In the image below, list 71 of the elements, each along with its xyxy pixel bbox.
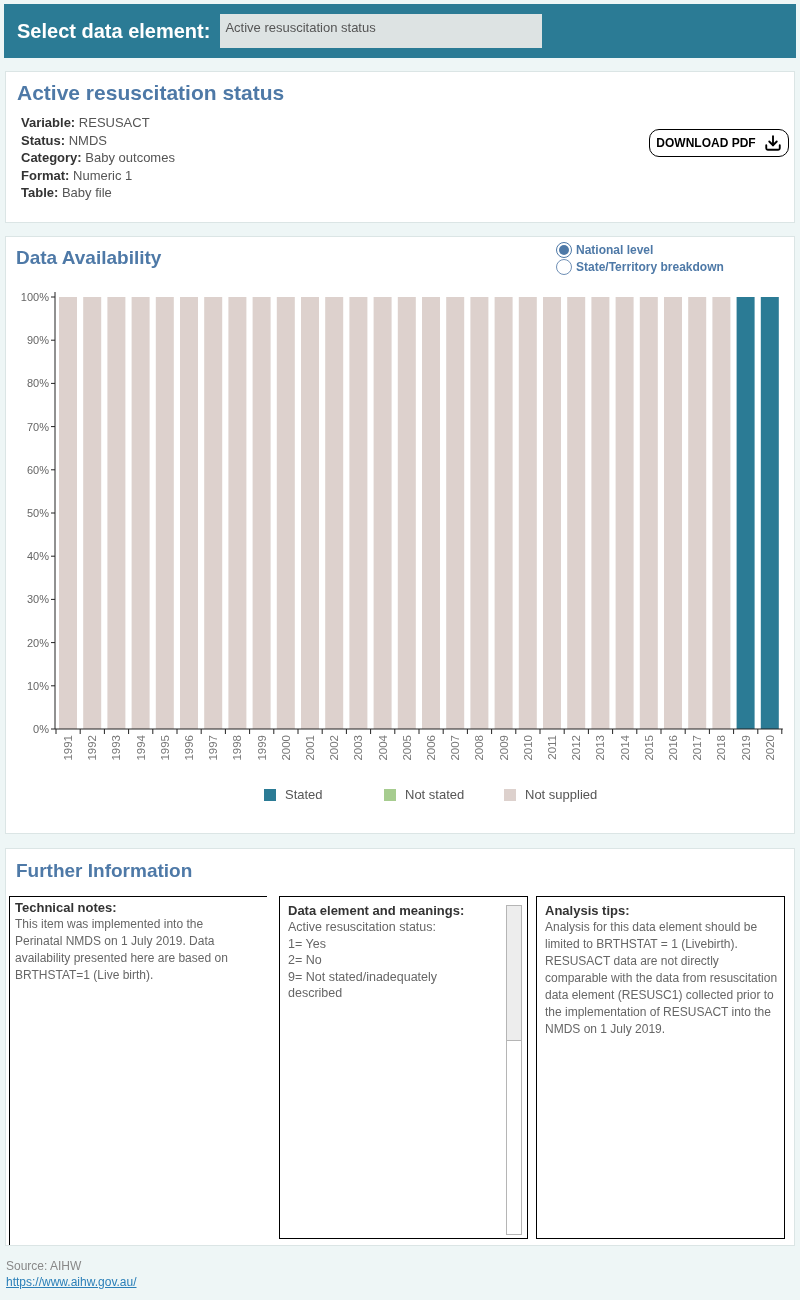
year-label: 2019 — [739, 735, 752, 761]
legend-label: Stated — [285, 787, 323, 803]
year-label: 2009 — [497, 735, 510, 761]
year-label: 1998 — [231, 735, 244, 761]
radio-option[interactable]: National level — [556, 241, 654, 258]
panel-heading: Analysis tips: — [545, 902, 631, 919]
year-label: 2000 — [279, 735, 292, 761]
legend-label: Not supplied — [525, 787, 598, 803]
year-label: 2020 — [763, 735, 776, 761]
panel-heading: Technical notes: — [15, 899, 118, 916]
axis-tick-label: 100% — [20, 291, 49, 303]
year-label: 2010 — [521, 735, 534, 761]
year-label: 2017 — [691, 735, 704, 761]
year-label: 1994 — [134, 735, 147, 761]
year-label: 2014 — [618, 735, 631, 761]
axis-tick-label: 40% — [26, 550, 49, 563]
panel-text: Analysis for this data element should be limited to BRTHSTAT = 1 (Livebirth). RESUSACT data are not directly comparable with the data from resuscitation data element (RESUSC1) collected prior to the implementation of RESUSACT into the NMDS on 1 July 2019. — [545, 919, 779, 1038]
year-label: 2015 — [642, 735, 655, 761]
panel-heading: Data element and meanings: — [288, 902, 466, 919]
section-title: Data Availability — [16, 246, 162, 270]
year-label: 2007 — [449, 735, 462, 761]
axis-tick-label: 90% — [26, 334, 49, 347]
axis-tick-label: 60% — [26, 463, 49, 476]
axis-tick-label: 50% — [26, 507, 49, 519]
meaning-line: 2= No — [288, 952, 323, 969]
meaning-line: Active resuscitation status: — [288, 919, 437, 936]
year-label: 2008 — [473, 735, 486, 761]
metadata-line: Category: Baby outcomes — [21, 149, 175, 167]
year-label: 2001 — [304, 735, 316, 761]
download-icon — [763, 134, 782, 152]
year-label: 2002 — [328, 735, 341, 761]
year-label: 2011 — [546, 735, 558, 760]
scrollbar[interactable] — [506, 905, 522, 1235]
year-label: 1991 — [62, 735, 74, 761]
website-link[interactable]: https://www.aihw.gov.au/ — [6, 1274, 137, 1290]
legend-label: Not stated — [405, 787, 465, 803]
year-label: 2003 — [352, 735, 365, 761]
metadata-line: Format: Numeric 1 — [21, 166, 134, 184]
axis-tick-label: 80% — [26, 377, 49, 390]
year-label: 1997 — [207, 735, 220, 761]
axis-tick-label: 30% — [26, 593, 49, 606]
year-label: 1996 — [183, 735, 195, 761]
metadata-line: Variable: RESUSACT — [21, 114, 151, 132]
header-title: Select data element: — [17, 19, 211, 43]
metadata-line: Status: NMDS — [21, 131, 108, 149]
axis-tick-label: 0% — [33, 723, 49, 735]
source-text: Source: AIHW — [6, 1258, 82, 1274]
section-title: Further Information — [16, 859, 193, 883]
scrollbar-thumb[interactable] — [507, 906, 521, 1041]
meaning-line: 9= Not stated/inadequately described — [288, 968, 439, 1002]
metadata-line: Table: Baby file — [21, 184, 113, 202]
year-label: 1993 — [110, 735, 123, 761]
axis-tick-label: 70% — [26, 420, 49, 433]
year-label: 2005 — [400, 735, 413, 761]
dropdown-field[interactable]: Active resuscitation status — [220, 14, 543, 48]
year-label: 1999 — [255, 735, 268, 761]
axis-tick-label: 20% — [26, 636, 49, 649]
year-label: 2016 — [667, 735, 679, 761]
element-title: Active resuscitation status — [17, 80, 285, 106]
year-label: 2012 — [570, 735, 583, 761]
year-label: 2006 — [425, 735, 437, 761]
year-label: 2018 — [715, 735, 728, 761]
year-label: 1992 — [86, 735, 99, 761]
panel-text: This item was implemented into the Perinatal NMDS on 1 July 2019. Data availability presented here are based on BRTHSTAT=1 (Live birth). — [15, 916, 229, 984]
axis-tick-label: 10% — [26, 679, 49, 692]
meaning-line: 1= Yes — [288, 935, 327, 952]
radio-option[interactable]: State/Territory breakdown — [556, 258, 724, 275]
year-label: 1995 — [158, 735, 171, 761]
year-label: 2004 — [376, 735, 389, 761]
download-pdf-button[interactable]: DOWNLOAD PDF — [649, 129, 789, 157]
year-label: 2013 — [594, 735, 607, 761]
